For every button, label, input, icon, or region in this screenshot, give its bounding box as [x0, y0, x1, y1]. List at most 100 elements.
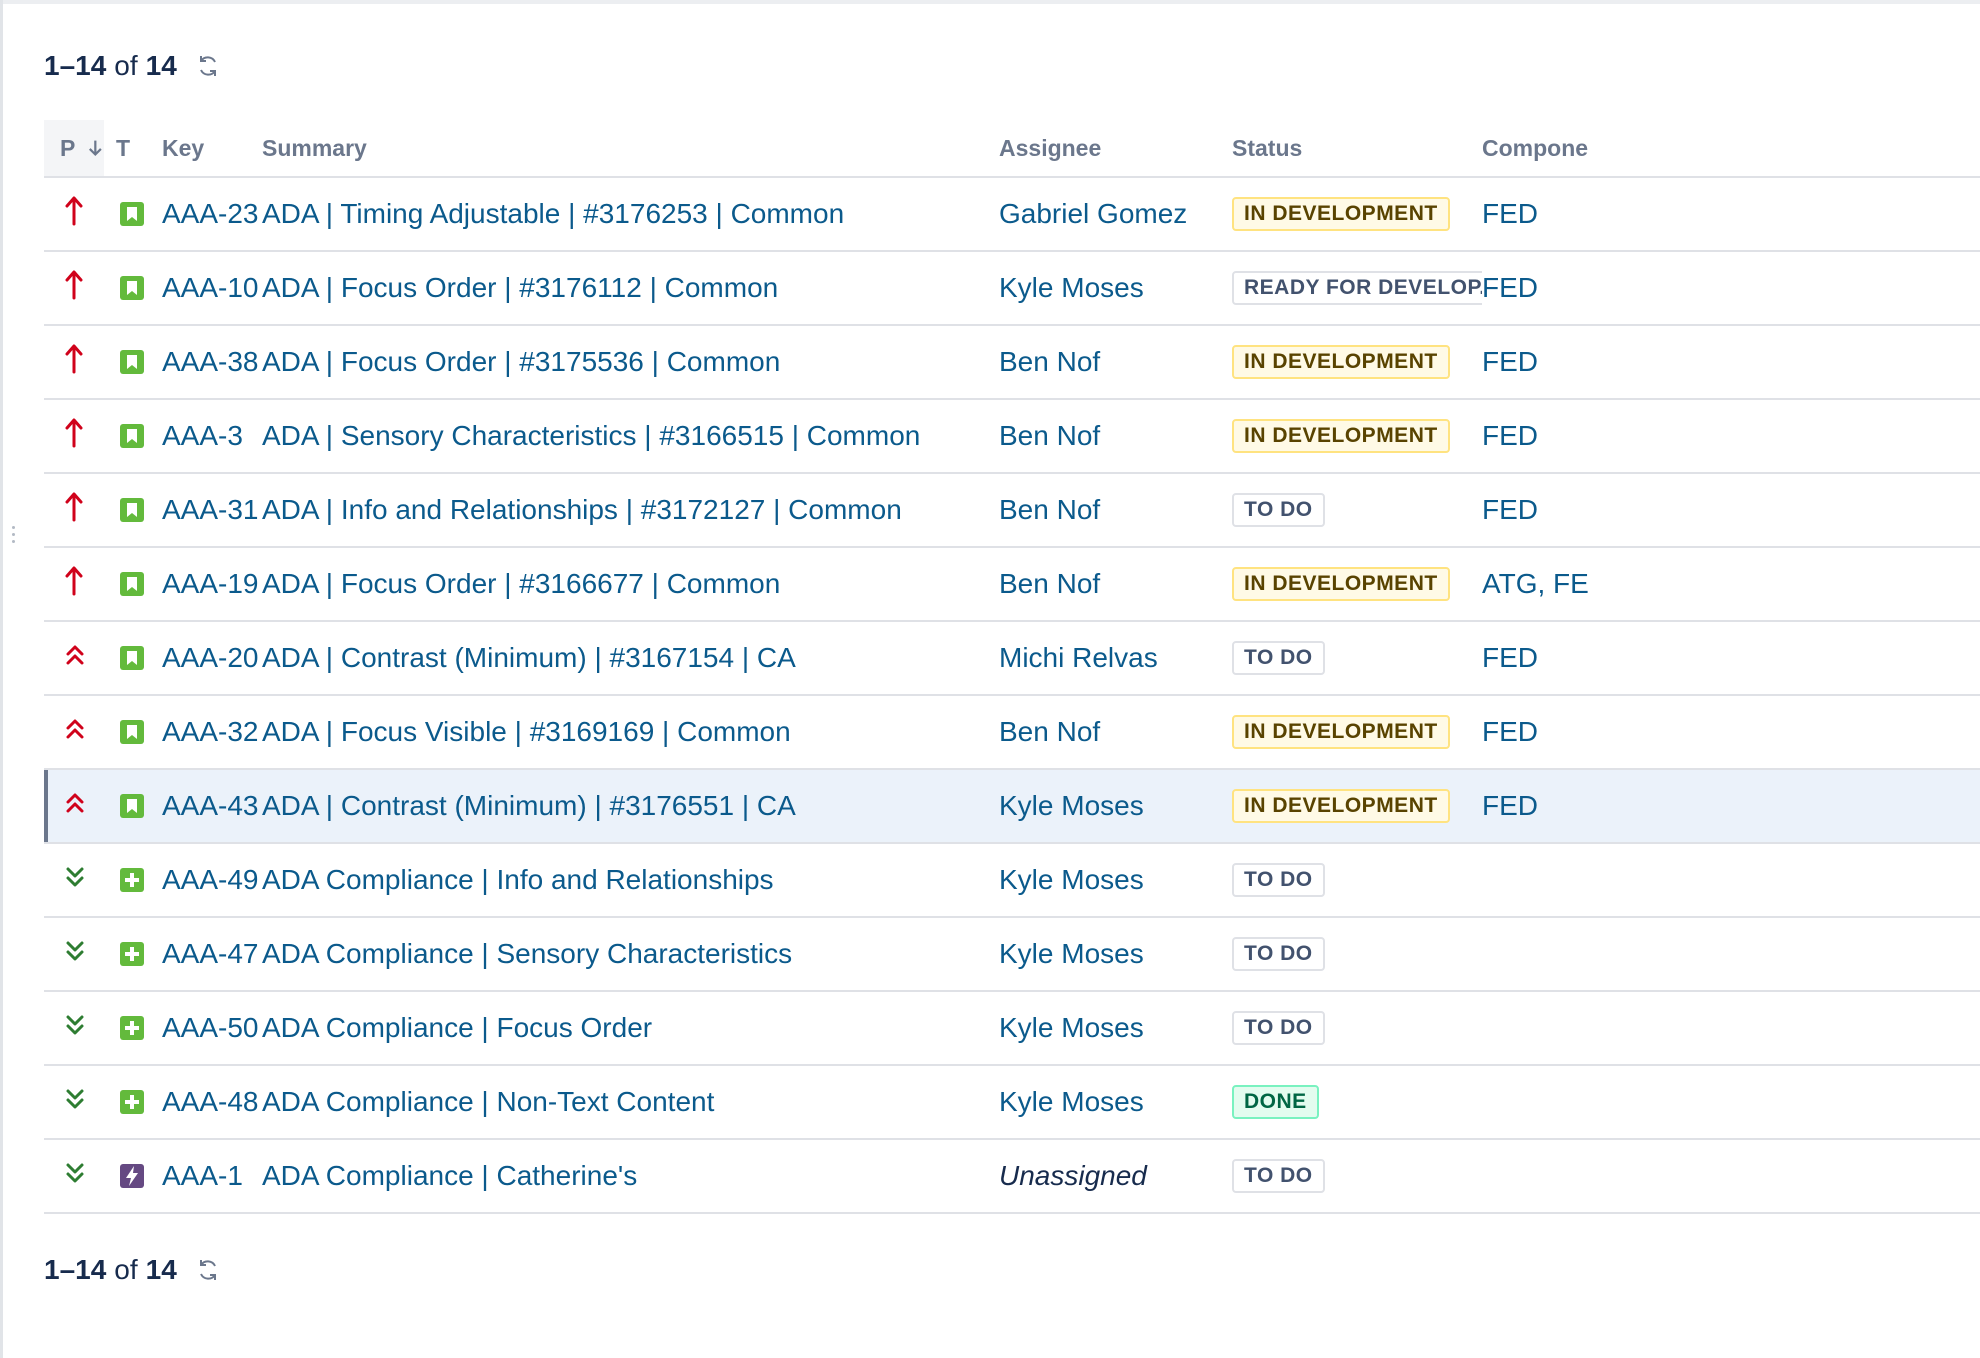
assignee-link[interactable]: Kyle Moses: [999, 790, 1144, 821]
issue-summary-link[interactable]: ADA Compliance | Non-Text Content: [262, 1086, 714, 1117]
assignee-link[interactable]: Kyle Moses: [999, 938, 1144, 969]
assignee-link[interactable]: Ben Nof: [999, 346, 1100, 377]
table-row[interactable]: AAA-20 ADA | Contrast (Minimum) | #316715…: [44, 621, 1980, 696]
issue-key-link[interactable]: AAA-48: [162, 1086, 259, 1117]
component-link[interactable]: FED: [1482, 198, 1538, 229]
column-header-priority[interactable]: P: [44, 120, 104, 178]
results-range: 1–14: [44, 1254, 107, 1285]
column-header-assignee[interactable]: Assignee: [999, 120, 1232, 178]
table-row[interactable]: AAA-48 ADA Compliance | Non-Text Content K…: [44, 1065, 1980, 1140]
issue-key-link[interactable]: AAA-31: [162, 494, 259, 525]
assignee-cell: Ben Nof: [999, 695, 1232, 770]
assignee-link[interactable]: Ben Nof: [999, 716, 1100, 747]
table-row[interactable]: AAA-19 ADA | Focus Order | #3166677 | Com…: [44, 547, 1980, 622]
component-link[interactable]: FED: [1482, 642, 1538, 673]
table-row[interactable]: AAA-38 ADA | Focus Order | #3175536 | Com…: [44, 325, 1980, 400]
priority-highest-icon: [64, 268, 84, 309]
table-row[interactable]: AAA-50 ADA Compliance | Focus Order Kyle M…: [44, 991, 1980, 1066]
issue-summary-link[interactable]: ADA Compliance | Focus Order: [262, 1012, 652, 1043]
table-row[interactable]: AAA-32 ADA | Focus Visible | #3169169 | C…: [44, 695, 1980, 770]
assignee-link[interactable]: Ben Nof: [999, 494, 1100, 525]
assignee-link[interactable]: Gabriel Gomez: [999, 198, 1187, 229]
key-cell: AAA-19: [162, 547, 262, 622]
components-cell: [1482, 843, 1980, 918]
issue-summary-link[interactable]: ADA | Info and Relationships | #3172127 …: [262, 494, 902, 525]
issue-key-link[interactable]: AAA-50: [162, 1012, 259, 1043]
issue-summary-link[interactable]: ADA Compliance | Info and Relationships: [262, 864, 774, 895]
components-cell: [1482, 917, 1980, 992]
component-link[interactable]: FED: [1482, 420, 1538, 451]
column-header-status[interactable]: Status: [1232, 120, 1482, 178]
status-cell: TO DO: [1232, 991, 1482, 1066]
issue-summary-link[interactable]: ADA Compliance | Sensory Characteristics: [262, 938, 792, 969]
table-row[interactable]: AAA-47 ADA Compliance | Sensory Character…: [44, 917, 1980, 992]
assignee-link: Unassigned: [999, 1160, 1147, 1191]
assignee-link[interactable]: Kyle Moses: [999, 1086, 1144, 1117]
assignee-link[interactable]: Michi Relvas: [999, 642, 1158, 673]
issue-key-link[interactable]: AAA-10: [162, 272, 259, 303]
key-cell: AAA-1: [162, 1139, 262, 1214]
component-link[interactable]: ATG, FE: [1482, 568, 1589, 599]
component-link[interactable]: FED: [1482, 790, 1538, 821]
type-cell: [104, 547, 162, 622]
issue-summary-link[interactable]: ADA | Focus Order | #3176112 | Common: [262, 272, 778, 303]
issue-key-link[interactable]: AAA-38: [162, 346, 259, 377]
issue-key-link[interactable]: AAA-47: [162, 938, 259, 969]
table-row[interactable]: AAA-1 ADA Compliance | Catherine's Unassig…: [44, 1139, 1980, 1214]
issue-key-link[interactable]: AAA-43: [162, 790, 259, 821]
component-link[interactable]: FED: [1482, 494, 1538, 525]
assignee-link[interactable]: Kyle Moses: [999, 1012, 1144, 1043]
column-header-assignee-label: Assignee: [999, 134, 1102, 161]
components-cell: FED: [1482, 769, 1980, 844]
column-header-summary[interactable]: Summary: [262, 120, 999, 178]
resize-handle[interactable]: [12, 526, 16, 547]
issue-summary-link[interactable]: ADA | Contrast (Minimum) | #3167154 | CA: [262, 642, 796, 673]
column-header-type[interactable]: T: [104, 120, 162, 178]
key-cell: AAA-23: [162, 177, 262, 252]
column-header-key[interactable]: Key: [162, 120, 262, 178]
assignee-link[interactable]: Kyle Moses: [999, 864, 1144, 895]
assignee-link[interactable]: Kyle Moses: [999, 272, 1144, 303]
component-link[interactable]: FED: [1482, 716, 1538, 747]
table-row[interactable]: AAA-3 ADA | Sensory Characteristics | #31…: [44, 399, 1980, 474]
table-row[interactable]: AAA-43 ADA | Contrast (Minimum) | #317655…: [44, 769, 1980, 844]
issue-key-link[interactable]: AAA-20: [162, 642, 259, 673]
key-cell: AAA-38: [162, 325, 262, 400]
priority-highest-icon: [64, 416, 84, 457]
refresh-icon[interactable]: [193, 1255, 223, 1285]
priority-cell: [44, 917, 104, 992]
issue-summary-link[interactable]: ADA Compliance | Catherine's: [262, 1160, 637, 1191]
component-link[interactable]: FED: [1482, 346, 1538, 377]
type-cell: [104, 769, 162, 844]
issue-key-link[interactable]: AAA-32: [162, 716, 259, 747]
issue-summary-link[interactable]: ADA | Focus Order | #3166677 | Common: [262, 568, 780, 599]
component-link[interactable]: FED: [1482, 272, 1538, 303]
table-row[interactable]: AAA-49 ADA Compliance | Info and Relation…: [44, 843, 1980, 918]
table-row[interactable]: AAA-23 ADA | Timing Adjustable | #3176253…: [44, 177, 1980, 252]
assignee-link[interactable]: Ben Nof: [999, 568, 1100, 599]
issue-summary-link[interactable]: ADA | Focus Visible | #3169169 | Common: [262, 716, 791, 747]
summary-cell: ADA | Focus Order | #3176112 | Common: [262, 251, 999, 326]
components-cell: FED: [1482, 399, 1980, 474]
priority-cell: [44, 991, 104, 1066]
issue-key-link[interactable]: AAA-19: [162, 568, 259, 599]
table-row[interactable]: AAA-31 ADA | Info and Relationships | #31…: [44, 473, 1980, 548]
refresh-icon[interactable]: [193, 51, 223, 81]
type-cell: [104, 917, 162, 992]
column-header-components[interactable]: Compone: [1482, 120, 1980, 178]
issue-summary-link[interactable]: ADA | Sensory Characteristics | #3166515…: [262, 420, 920, 451]
assignee-cell: Ben Nof: [999, 473, 1232, 548]
assignee-link[interactable]: Ben Nof: [999, 420, 1100, 451]
issue-summary-link[interactable]: ADA | Timing Adjustable | #3176253 | Com…: [262, 198, 844, 229]
components-cell: [1482, 991, 1980, 1066]
table-row[interactable]: AAA-10 ADA | Focus Order | #3176112 | Com…: [44, 251, 1980, 326]
issue-key-link[interactable]: AAA-1: [162, 1160, 243, 1191]
issue-key-link[interactable]: AAA-23: [162, 198, 259, 229]
issue-key-link[interactable]: AAA-49: [162, 864, 259, 895]
issue-summary-link[interactable]: ADA | Contrast (Minimum) | #3176551 | CA: [262, 790, 796, 821]
new-feature-icon: [119, 941, 145, 967]
story-icon: [119, 275, 145, 301]
issue-key-link[interactable]: AAA-3: [162, 420, 243, 451]
type-cell: [104, 399, 162, 474]
issue-summary-link[interactable]: ADA | Focus Order | #3175536 | Common: [262, 346, 780, 377]
